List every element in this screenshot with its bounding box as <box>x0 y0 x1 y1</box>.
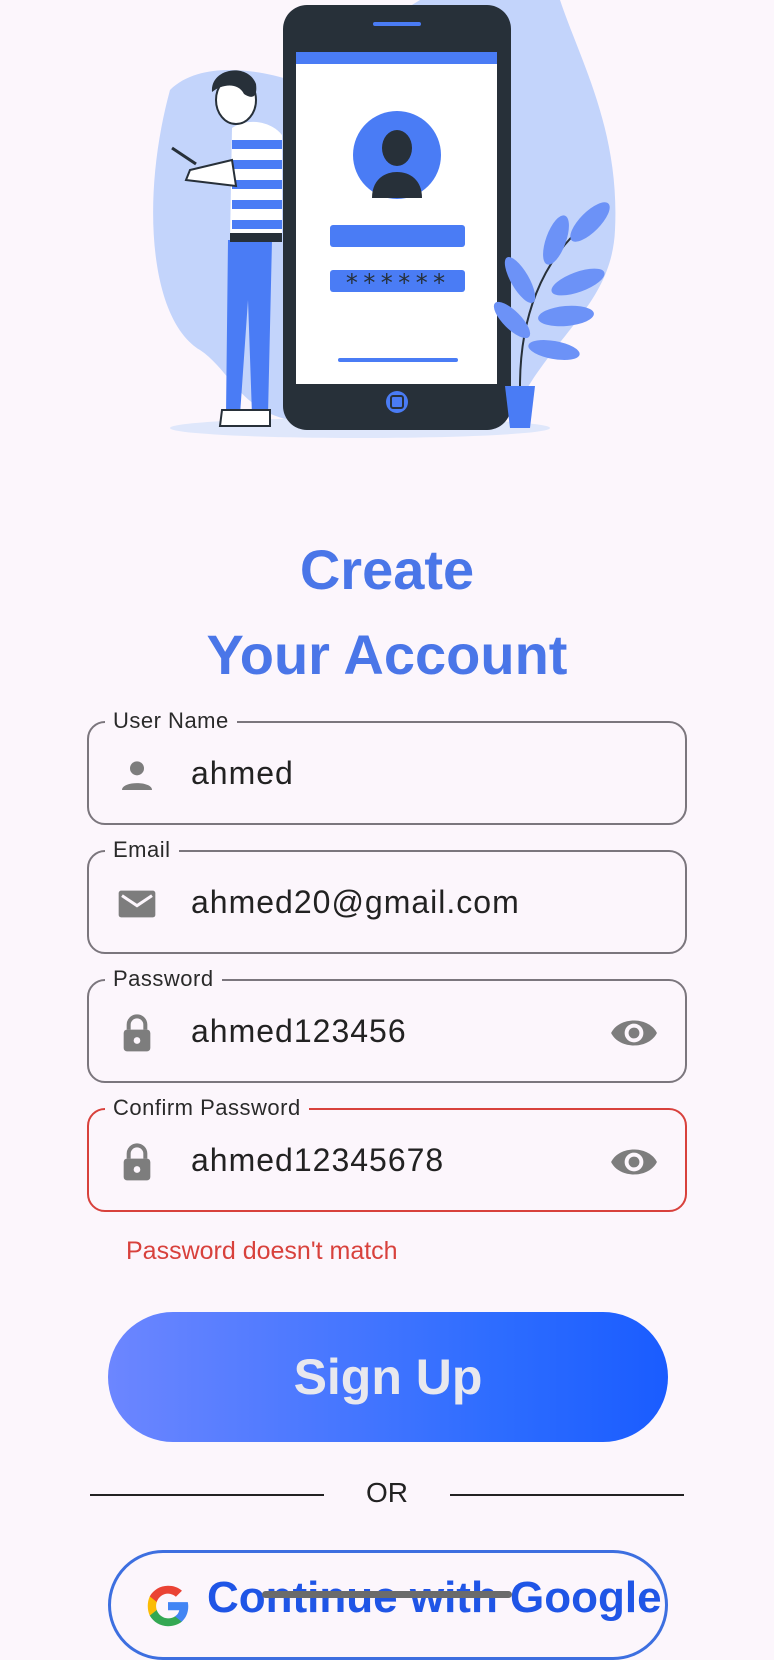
home-button <box>386 391 408 413</box>
email-label: Email <box>105 837 179 863</box>
google-button-label: Continue with Google <box>207 1573 662 1622</box>
confirm-password-label: Confirm Password <box>105 1095 309 1121</box>
lock-icon <box>123 1143 151 1181</box>
page-title-line1: Create <box>299 538 475 601</box>
password-field[interactable]: Password ahmed123456 <box>87 966 687 1083</box>
avatar-head <box>382 130 412 166</box>
eye-icon[interactable] <box>609 1011 659 1055</box>
screen-line <box>338 358 458 362</box>
continue-with-google-button[interactable]: Continue with Google <box>108 1550 668 1660</box>
username-bar <box>330 225 465 247</box>
confirm-password-error: Password doesn't match <box>126 1237 398 1265</box>
username-value: ahmed <box>191 755 294 791</box>
sign-up-button[interactable]: Sign Up <box>108 1312 668 1442</box>
mail-icon <box>118 890 156 918</box>
page-title-line2: Your Account <box>206 623 568 686</box>
password-value: ahmed123456 <box>191 1013 407 1049</box>
confirm-password-value: ahmed12345678 <box>191 1142 445 1178</box>
username-field[interactable]: User Name ahmed <box>87 708 687 825</box>
signup-illustration: ****** <box>153 0 616 438</box>
confirm-password-field[interactable]: Confirm Password ahmed12345678 <box>87 1095 687 1212</box>
google-icon <box>147 1585 189 1627</box>
password-label: Password <box>105 966 222 992</box>
person-icon <box>122 761 152 790</box>
divider-right <box>450 1494 684 1496</box>
eye-icon[interactable] <box>609 1140 659 1184</box>
home-indicator <box>262 1591 512 1598</box>
phone-speaker <box>373 22 421 26</box>
password-mask: ****** <box>345 269 450 297</box>
username-label: User Name <box>105 708 237 734</box>
email-value: ahmed20@gmail.com <box>191 884 520 920</box>
email-field[interactable]: Email ahmed20@gmail.com <box>87 837 687 954</box>
or-divider-label: OR <box>366 1477 408 1508</box>
phone-screen <box>296 52 497 384</box>
phone-screen-topbar <box>296 52 497 64</box>
lock-icon <box>123 1014 151 1052</box>
